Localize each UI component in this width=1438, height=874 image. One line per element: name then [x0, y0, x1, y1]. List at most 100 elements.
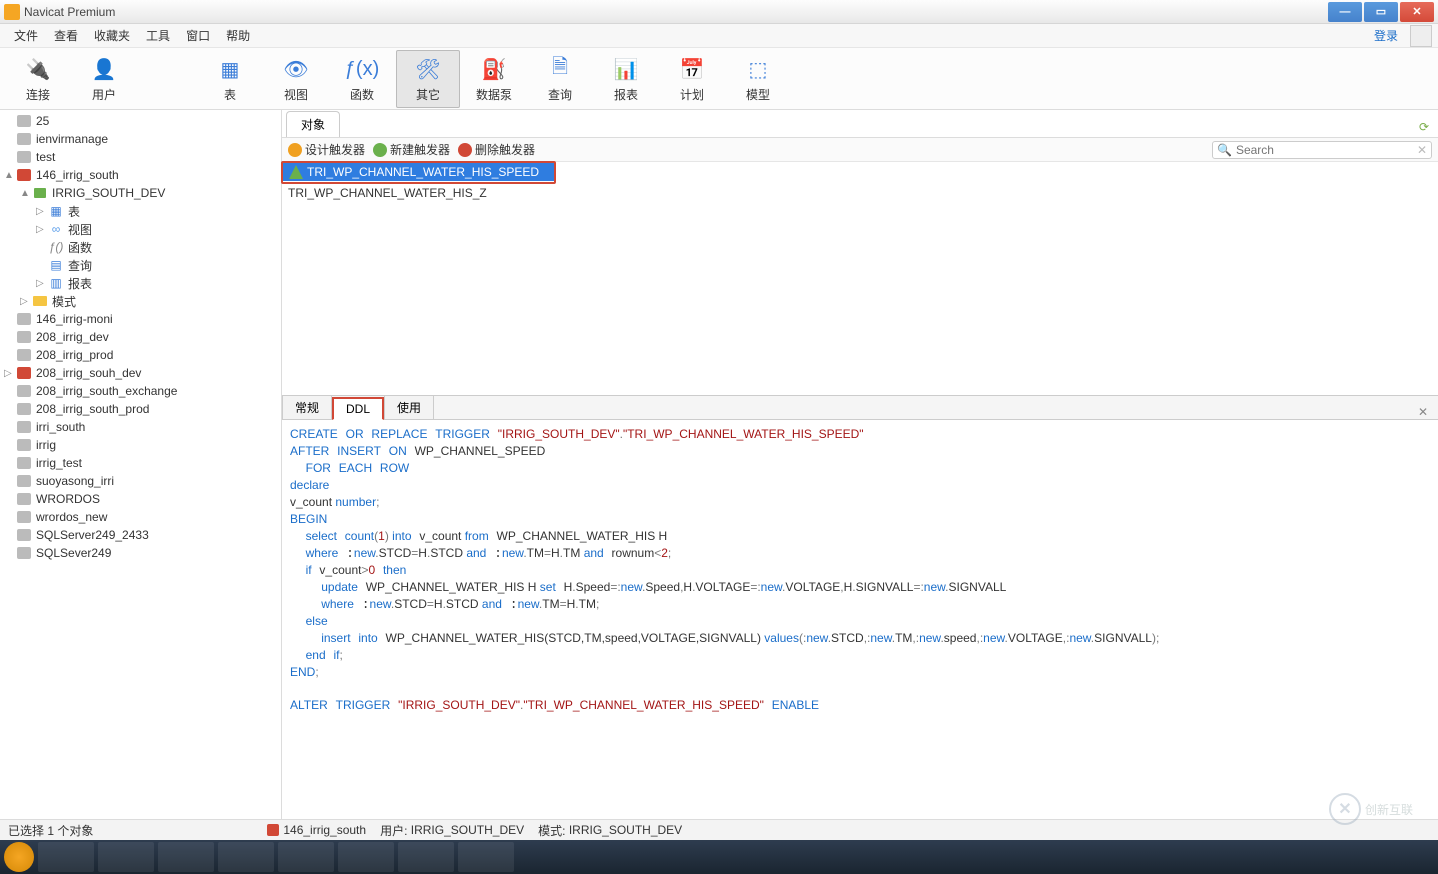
menubar: 文件 查看 收藏夹 工具 窗口 帮助 登录 [0, 24, 1438, 48]
tree-item[interactable]: ▷∞视图 [0, 220, 281, 238]
toolbar: 🔌连接👤用户 ▦表👁视图ƒ(x)函数🛠其它⛽数据泵🗎查询📊报表📅计划⬚模型 [0, 48, 1438, 110]
tree-item[interactable]: irri_south [0, 418, 281, 436]
tree-item[interactable]: SQLServer249_2433 [0, 526, 281, 544]
tree-item[interactable]: SQLSever249 [0, 544, 281, 562]
watermark-icon: ✕ [1329, 793, 1361, 825]
login-link[interactable]: 登录 [1374, 27, 1406, 44]
tree-item[interactable]: ▤查询 [0, 256, 281, 274]
delete-trigger-button[interactable]: 删除触发器 [458, 141, 535, 158]
tree-item[interactable]: ▷208_irrig_souh_dev [0, 364, 281, 382]
expander-icon[interactable]: ▷ [20, 296, 32, 307]
clear-search-icon[interactable]: ✕ [1417, 143, 1427, 157]
tool-view[interactable]: 👁视图 [264, 50, 328, 108]
window-controls: — ▭ ✕ [1326, 2, 1434, 22]
statusbar: 已选择 1 个对象 146_irrig_south 用户: IRRIG_SOUT… [0, 819, 1438, 840]
tree-item[interactable]: irrig_test [0, 454, 281, 472]
db-icon [267, 824, 279, 836]
tree-item[interactable]: 208_irrig_dev [0, 328, 281, 346]
tree-item[interactable]: WRORDOS [0, 490, 281, 508]
tool-tools[interactable]: 🛠其它 [396, 50, 460, 108]
sql-pane[interactable]: CREATE OR REPLACE TRIGGER "IRRIG_SOUTH_D… [282, 420, 1438, 819]
expander-icon[interactable]: ▷ [36, 224, 48, 235]
status-user: 用户: IRRIG_SOUTH_DEV [380, 822, 524, 839]
expander-icon[interactable]: ▷ [36, 206, 48, 217]
user-icon: 👤 [89, 54, 119, 84]
expander-icon[interactable]: ▷ [36, 278, 48, 289]
taskbar-item[interactable] [338, 842, 394, 872]
tool-model[interactable]: ⬚模型 [726, 50, 790, 108]
tool-fx[interactable]: ƒ(x)函数 [330, 50, 394, 108]
object-tab-row: 对象 ⟳ [282, 110, 1438, 138]
menu-window[interactable]: 窗口 [178, 27, 218, 44]
object-tab[interactable]: 对象 [286, 111, 340, 137]
taskbar-item[interactable] [4, 842, 34, 872]
tree-item[interactable]: ▷模式 [0, 292, 281, 310]
menu-view[interactable]: 查看 [46, 27, 86, 44]
taskbar [0, 840, 1438, 874]
ddl-tabs: 常规 DDL 使用 ✕ [282, 396, 1438, 420]
maximize-button[interactable]: ▭ [1364, 2, 1398, 22]
view-icon: 👁 [281, 54, 311, 84]
taskbar-item[interactable] [398, 842, 454, 872]
tool-plug[interactable]: 🔌连接 [6, 50, 70, 108]
close-button[interactable]: ✕ [1400, 2, 1434, 22]
design-trigger-button[interactable]: 设计触发器 [288, 141, 365, 158]
new-trigger-button[interactable]: 新建触发器 [373, 141, 450, 158]
tree-item[interactable]: irrig [0, 436, 281, 454]
trigger-icon [289, 165, 303, 179]
tool-table[interactable]: ▦表 [198, 50, 262, 108]
tree-item[interactable]: ▲146_irrig_south [0, 166, 281, 184]
expander-icon[interactable]: ▲ [20, 188, 32, 199]
ddl-tab-general[interactable]: 常规 [282, 395, 332, 419]
taskbar-item[interactable] [218, 842, 274, 872]
model-icon: ⬚ [743, 54, 773, 84]
tree-item[interactable]: ▲IRRIG_SOUTH_DEV [0, 184, 281, 202]
tree-item[interactable]: test [0, 148, 281, 166]
watermark: ✕ 创新互联 [1316, 788, 1426, 830]
tree-item[interactable]: ▷▦表 [0, 202, 281, 220]
app-title: Navicat Premium [24, 5, 1326, 19]
taskbar-item[interactable] [98, 842, 154, 872]
minimize-button[interactable]: — [1328, 2, 1362, 22]
add-tab-button[interactable]: ⟳ [1414, 117, 1434, 137]
menu-file[interactable]: 文件 [6, 27, 46, 44]
ddl-close-button[interactable]: ✕ [1408, 405, 1438, 419]
taskbar-item[interactable] [38, 842, 94, 872]
tree-item[interactable]: 25 [0, 112, 281, 130]
taskbar-item[interactable] [458, 842, 514, 872]
ddl-tab-ddl[interactable]: DDL [332, 397, 384, 420]
menu-help[interactable]: 帮助 [218, 27, 258, 44]
minus-icon [458, 143, 472, 157]
tree-item[interactable]: 208_irrig_south_prod [0, 400, 281, 418]
ddl-panel: 常规 DDL 使用 ✕ CREATE OR REPLACE TRIGGER "I… [282, 395, 1438, 819]
taskbar-item[interactable] [158, 842, 214, 872]
tool-query[interactable]: 🗎查询 [528, 50, 592, 108]
tree-item[interactable]: wrordos_new [0, 508, 281, 526]
tool-calendar[interactable]: 📅计划 [660, 50, 724, 108]
search-box[interactable]: 🔍 ✕ [1212, 141, 1432, 159]
search-input[interactable] [1236, 143, 1417, 157]
tool-user[interactable]: 👤用户 [72, 50, 136, 108]
tree-item[interactable]: ƒ()函数 [0, 238, 281, 256]
pump-icon: ⛽ [479, 54, 509, 84]
tool-pump[interactable]: ⛽数据泵 [462, 50, 526, 108]
tree-item[interactable]: ienvirmanage [0, 130, 281, 148]
expander-icon[interactable]: ▲ [4, 170, 16, 181]
highlighted-box: TRI_WP_CHANNEL_WATER_HIS_SPEED [281, 161, 556, 184]
taskbar-item[interactable] [278, 842, 334, 872]
tree-item[interactable]: 146_irrig-moni [0, 310, 281, 328]
expander-icon[interactable]: ▷ [4, 368, 16, 379]
tree-item[interactable]: 208_irrig_south_exchange [0, 382, 281, 400]
titlebar: Navicat Premium — ▭ ✕ [0, 0, 1438, 24]
tree-item[interactable]: suoyasong_irri [0, 472, 281, 490]
tool-report[interactable]: 📊报表 [594, 50, 658, 108]
tree-item[interactable]: 208_irrig_prod [0, 346, 281, 364]
menu-tools[interactable]: 工具 [138, 27, 178, 44]
trigger-item-selected[interactable]: TRI_WP_CHANNEL_WATER_HIS_SPEED [283, 163, 554, 181]
tree-item[interactable]: ▷▥报表 [0, 274, 281, 292]
trigger-item[interactable]: TRI_WP_CHANNEL_WATER_HIS_Z [282, 184, 556, 202]
avatar[interactable] [1410, 25, 1432, 47]
wrench-icon [288, 143, 302, 157]
ddl-tab-usage[interactable]: 使用 [384, 395, 434, 419]
menu-fav[interactable]: 收藏夹 [86, 27, 138, 44]
